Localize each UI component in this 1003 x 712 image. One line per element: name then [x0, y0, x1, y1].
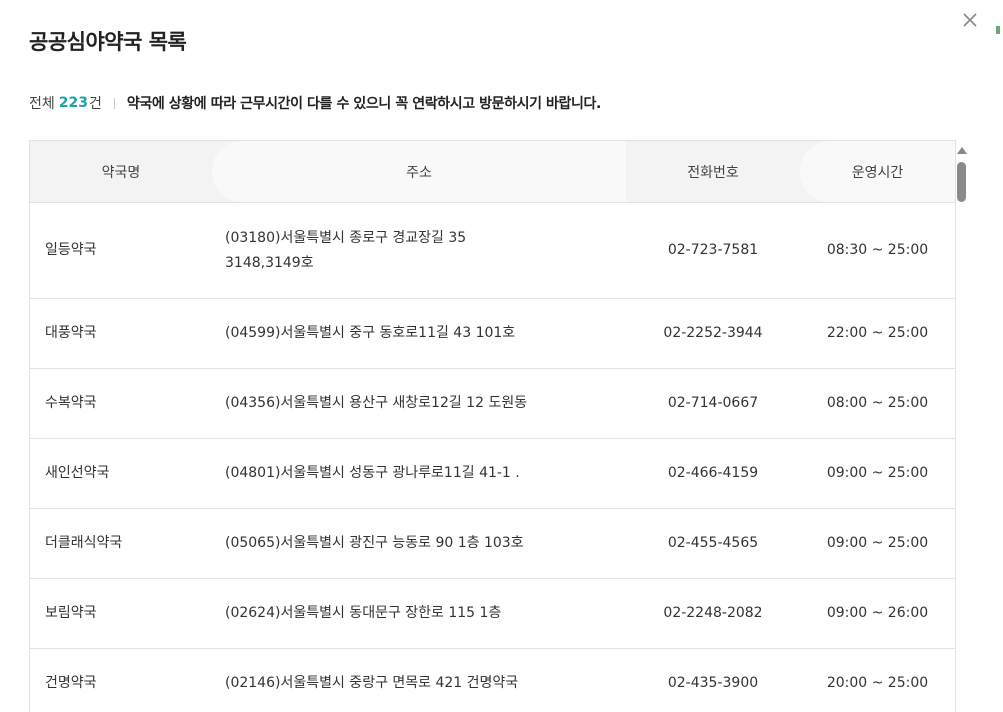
- divider: [113, 97, 115, 109]
- pharmacy-phone: 02-455-4565: [667, 535, 759, 551]
- address-line: (03180)서울특별시 종로구 경교장길 35: [225, 229, 467, 246]
- pharmacy-name: 새인선약국: [45, 465, 110, 481]
- pharmacy-phone: 02-466-4159: [667, 465, 759, 481]
- header-name: 약국명: [101, 164, 141, 181]
- pharmacy-hours: 08:30 ~ 25:00: [826, 242, 929, 258]
- pharmacy-phone: 02-714-0667: [667, 395, 759, 411]
- header-hours: 운영시간: [800, 141, 955, 202]
- pharmacy-address: (04356)서울특별시 용산구 새창로12길 12 도원동: [225, 395, 528, 411]
- table-row[interactable]: 일등약국 (03180)서울특별시 종로구 경교장길 35 3148,3149호…: [30, 203, 955, 299]
- close-button[interactable]: [960, 10, 980, 30]
- scroll-up-arrow-icon[interactable]: [957, 147, 967, 154]
- pharmacy-name: 수복약국: [45, 395, 97, 411]
- edge-indicator: [996, 26, 1000, 34]
- pharmacy-address: (03180)서울특별시 종로구 경교장길 35 3148,3149호: [212, 226, 626, 276]
- table-row[interactable]: 새인선약국 (04801)서울특별시 성동구 광나루로11길 41-1 . 02…: [30, 439, 955, 509]
- total-label: 전체: [29, 96, 55, 112]
- pharmacy-name: 일등약국: [45, 242, 97, 258]
- pharmacy-phone: 02-2252-3944: [663, 325, 763, 341]
- pharmacy-name: 보림약국: [45, 605, 97, 621]
- pharmacy-address: (02624)서울특별시 동대문구 장한로 115 1층: [225, 605, 502, 621]
- header-phone: 전화번호: [626, 141, 800, 202]
- pharmacy-hours: 09:00 ~ 26:00: [826, 605, 929, 621]
- pharmacy-address: (02146)서울특별시 중랑구 면목로 421 건명약국: [225, 675, 519, 691]
- close-icon[interactable]: [960, 10, 980, 30]
- pharmacy-address: (04801)서울특별시 성동구 광나루로11길 41-1 .: [225, 465, 520, 481]
- table-row[interactable]: 보림약국 (02624)서울특별시 동대문구 장한로 115 1층 02-224…: [30, 579, 955, 649]
- dialog-title: 공공심야약국 목록: [29, 30, 187, 54]
- pharmacy-address: (04599)서울특별시 중구 동호로11길 43 101호: [225, 325, 516, 341]
- pharmacy-name: 더클래식약국: [45, 535, 123, 551]
- summary-bar: 전체 223 건 약국에 상황에 따라 근무시간이 다를 수 있으니 꼭 연락하…: [29, 93, 601, 113]
- pharmacy-phone: 02-723-7581: [667, 242, 759, 258]
- pharmacy-name: 대풍약국: [45, 325, 97, 341]
- pharmacy-hours: 08:00 ~ 25:00: [826, 395, 929, 411]
- pharmacy-phone: 02-435-3900: [667, 675, 759, 691]
- pharmacy-hours: 22:00 ~ 25:00: [826, 325, 929, 341]
- pharmacy-hours: 09:00 ~ 25:00: [826, 535, 929, 551]
- notice-text: 약국에 상황에 따라 근무시간이 다를 수 있으니 꼭 연락하시고 방문하시기 …: [126, 96, 601, 112]
- pharmacy-table: 약국명 주소 전화번호 운영시간 일등약국 (03180)서울특별시 종로구 경…: [29, 140, 956, 712]
- total-unit: 건: [89, 96, 102, 112]
- scrollbar-thumb[interactable]: [957, 162, 966, 202]
- table-row[interactable]: 대풍약국 (04599)서울특별시 중구 동호로11길 43 101호 02-2…: [30, 299, 955, 369]
- pharmacy-hours: 20:00 ~ 25:00: [826, 675, 929, 691]
- pharmacy-phone: 02-2248-2082: [663, 605, 763, 621]
- scrollbar[interactable]: [955, 141, 969, 711]
- pharmacy-address: (05065)서울특별시 광진구 능동로 90 1층 103호: [225, 535, 524, 551]
- header-address: 주소: [212, 141, 626, 202]
- table-row[interactable]: 더클래식약국 (05065)서울특별시 광진구 능동로 90 1층 103호 0…: [30, 509, 955, 579]
- pharmacy-name: 건명약국: [45, 675, 97, 691]
- total-count: 223: [58, 95, 88, 111]
- table-row[interactable]: 건명약국 (02146)서울특별시 중랑구 면목로 421 건명약국 02-43…: [30, 649, 955, 712]
- table-row[interactable]: 수복약국 (04356)서울특별시 용산구 새창로12길 12 도원동 02-7…: [30, 369, 955, 439]
- address-line-2: 3148,3149호: [225, 254, 314, 271]
- table-header: 약국명 주소 전화번호 운영시간: [30, 141, 955, 203]
- pharmacy-hours: 09:00 ~ 25:00: [826, 465, 929, 481]
